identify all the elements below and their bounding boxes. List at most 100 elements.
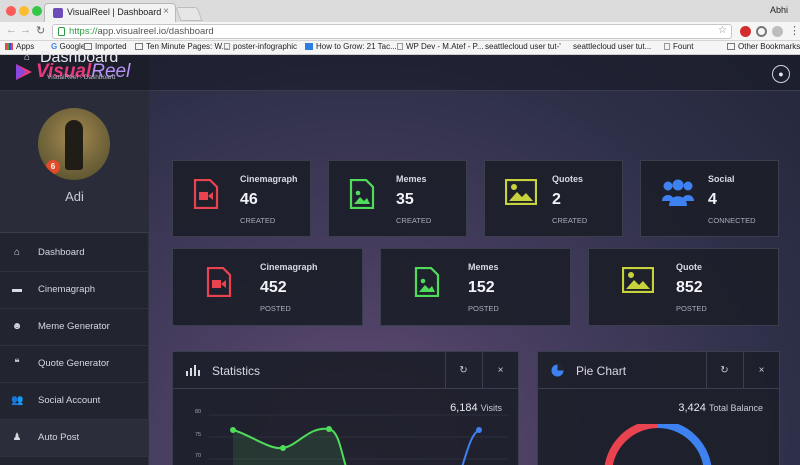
stat-sub: POSTED bbox=[260, 304, 291, 313]
stat-value: 35 bbox=[396, 191, 414, 208]
back-icon[interactable]: ← bbox=[6, 24, 17, 36]
extension-icon[interactable] bbox=[756, 26, 767, 37]
adblock-extension-icon[interactable] bbox=[740, 26, 751, 37]
stat-sub: POSTED bbox=[676, 304, 707, 313]
stat-label: Cinemagraph bbox=[240, 174, 298, 184]
statistics-line-chart bbox=[209, 414, 509, 465]
close-icon[interactable]: × bbox=[482, 352, 518, 389]
reload-icon[interactable]: ↻ bbox=[36, 24, 45, 37]
y-tick-label: 80 bbox=[195, 409, 202, 415]
lock-icon bbox=[58, 27, 65, 36]
maximize-window-button[interactable] bbox=[32, 6, 42, 16]
picture-icon bbox=[621, 266, 655, 296]
panel-header: Statistics ↻ × bbox=[173, 352, 518, 389]
data-point bbox=[280, 445, 286, 451]
avatar[interactable]: 6 bbox=[38, 108, 110, 180]
bookmark-item[interactable]: Ten Minute Pages: W... bbox=[135, 42, 228, 51]
tab-close-icon[interactable]: × bbox=[163, 6, 169, 17]
donut-chart bbox=[604, 424, 712, 465]
data-point bbox=[326, 426, 332, 432]
stat-value: 152 bbox=[468, 279, 495, 296]
sidebar-item-dashboard[interactable]: ⌂ Dashboard bbox=[0, 235, 149, 272]
stat-card-quotes-created[interactable]: Quotes 2 CREATED bbox=[484, 160, 623, 237]
sidebar-item-auto-post[interactable]: ♟ Auto Post bbox=[0, 420, 149, 457]
data-point bbox=[230, 427, 236, 433]
image-file-icon bbox=[349, 178, 375, 212]
bookmark-item[interactable]: seattlecloud user tut-' bbox=[485, 42, 561, 51]
tab-title: VisualReel | Dashboard bbox=[67, 7, 162, 17]
minimize-window-button[interactable] bbox=[19, 6, 29, 16]
panel-title: Statistics bbox=[212, 364, 261, 378]
bookmark-item[interactable]: WP Dev - M.Atef - P... bbox=[397, 42, 484, 51]
new-tab-button[interactable] bbox=[175, 7, 203, 21]
sidebar: VisualReel 6 Adi ⌂ Dashboard ▬ Cinemagra… bbox=[0, 55, 149, 465]
stat-value: 452 bbox=[260, 279, 287, 296]
monitor-icon: ▬ bbox=[12, 284, 22, 295]
stat-label: Memes bbox=[468, 262, 499, 272]
series-line bbox=[461, 429, 480, 465]
stat-sub: CONNECTED bbox=[708, 216, 756, 225]
other-bookmarks[interactable]: Other Bookmarks bbox=[727, 42, 800, 51]
sidebar-item-quote-generator[interactable]: ❝ Quote Generator bbox=[0, 346, 149, 383]
smiley-icon: ☻ bbox=[11, 321, 23, 332]
refresh-icon[interactable]: ↻ bbox=[445, 352, 481, 389]
browser-tab-bar: VisualReel | Dashboard × Abhi bbox=[0, 0, 800, 22]
balance-metric: 3,424 Total Balance bbox=[678, 402, 763, 414]
avatar-badge: 6 bbox=[46, 160, 60, 174]
browser-tab[interactable]: VisualReel | Dashboard × bbox=[44, 3, 176, 22]
video-file-icon bbox=[206, 266, 232, 300]
profile-name: Adi bbox=[65, 189, 84, 204]
bookmark-item[interactable]: How to Grow: 21 Tac... bbox=[305, 42, 397, 51]
browser-toolbar: ← → ↻ https://app.visualreel.io/dashboar… bbox=[0, 22, 800, 41]
y-tick-label: 75 bbox=[195, 432, 202, 438]
pie-chart-panel: Pie Chart ↻ × 3,424 Total Balance bbox=[537, 351, 780, 465]
browser-profile-name[interactable]: Abhi bbox=[770, 5, 788, 15]
sidebar-item-social-account[interactable]: 👥 Social Account bbox=[0, 383, 149, 420]
stat-card-cinemagraph-posted[interactable]: Cinemagraph 452 POSTED bbox=[172, 248, 363, 326]
forward-icon[interactable]: → bbox=[20, 24, 31, 36]
profile-panel: 6 Adi bbox=[0, 91, 149, 233]
sidebar-item-cinemagraph[interactable]: ▬ Cinemagraph bbox=[0, 272, 149, 309]
menu-icon[interactable]: ⋮ bbox=[789, 24, 800, 37]
app-root: VisualReel 6 Adi ⌂ Dashboard ▬ Cinemagra… bbox=[0, 49, 800, 465]
bookmark-item[interactable]: seattlecloud user tut... bbox=[573, 42, 651, 51]
stat-value: 852 bbox=[676, 279, 703, 296]
bookmark-star-icon[interactable]: ☆ bbox=[718, 25, 727, 36]
user-menu-icon[interactable]: ● bbox=[772, 65, 790, 83]
panel-header: Pie Chart ↻ × bbox=[538, 352, 779, 389]
address-bar[interactable]: https://app.visualreel.io/dashboard ☆ bbox=[52, 24, 732, 39]
stat-card-cinemagraph-created[interactable]: Cinemagraph 46 CREATED bbox=[172, 160, 311, 237]
bar-chart-icon bbox=[186, 365, 200, 376]
image-file-icon bbox=[414, 266, 440, 300]
stat-label: Social bbox=[708, 174, 735, 184]
statistics-panel: Statistics ↻ × 6,184 Visits 80 75 70 bbox=[172, 351, 519, 465]
video-file-icon bbox=[193, 178, 219, 212]
donut-segment bbox=[657, 424, 712, 465]
extension-icon[interactable] bbox=[772, 26, 783, 37]
stat-label: Quote bbox=[676, 262, 702, 272]
stat-value: 46 bbox=[240, 191, 258, 208]
close-window-button[interactable] bbox=[6, 6, 16, 16]
bookmark-item[interactable]: poster-infographic bbox=[224, 42, 297, 51]
home-icon: ⌂ bbox=[13, 247, 21, 258]
stat-card-quote-posted[interactable]: Quote 852 POSTED bbox=[588, 248, 779, 326]
users-icon bbox=[661, 179, 695, 210]
y-tick-label: 70 bbox=[195, 453, 202, 459]
stat-label: Memes bbox=[396, 174, 427, 184]
stat-card-social-connected[interactable]: Social 4 CONNECTED bbox=[640, 160, 779, 237]
stat-label: Quotes bbox=[552, 174, 584, 184]
stat-card-memes-posted[interactable]: Memes 152 POSTED bbox=[380, 248, 571, 326]
sidebar-item-meme-generator[interactable]: ☻ Meme Generator bbox=[0, 309, 149, 346]
close-icon[interactable]: × bbox=[743, 352, 779, 389]
stat-sub: POSTED bbox=[468, 304, 499, 313]
sidebar-menu: ⌂ Dashboard ▬ Cinemagraph ☻ Meme Generat… bbox=[0, 235, 149, 457]
bookmark-item[interactable]: Fount bbox=[664, 42, 693, 51]
stat-card-memes-created[interactable]: Memes 35 CREATED bbox=[328, 160, 467, 237]
stat-sub: CREATED bbox=[240, 216, 276, 225]
picture-icon bbox=[504, 178, 538, 208]
breadcrumb-item[interactable]: VisualReel bbox=[47, 74, 78, 81]
bookmark-item[interactable]: Apps bbox=[5, 42, 34, 51]
tab-favicon-icon bbox=[53, 8, 63, 18]
refresh-icon[interactable]: ↻ bbox=[706, 352, 742, 389]
url-text[interactable]: https://app.visualreel.io/dashboard bbox=[69, 26, 214, 37]
